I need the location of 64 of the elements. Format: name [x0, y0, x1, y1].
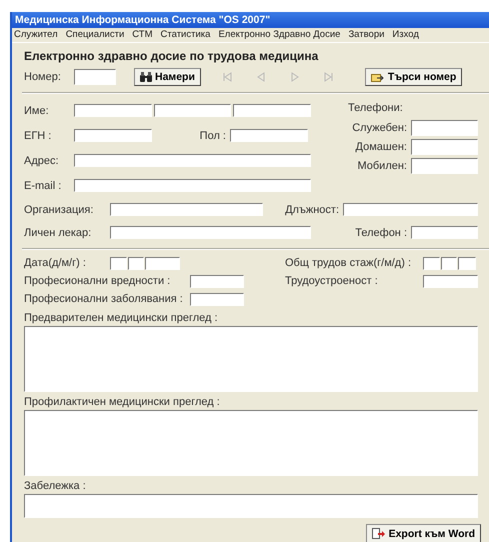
menu-item[interactable]: Статистика	[160, 28, 210, 42]
field-label: Служебен:	[352, 122, 408, 134]
field-label: E-mail :	[24, 180, 62, 192]
field-label: Телефони:	[348, 102, 403, 114]
field-label: Трудоустроеност :	[285, 275, 379, 287]
menu-item[interactable]: Специалисти	[66, 28, 124, 42]
input-field[interactable]	[110, 203, 263, 216]
field-label: Домашен:	[356, 140, 408, 152]
field-label: Професионални вредности :	[24, 275, 172, 287]
field-label: Дата(д/м/г) :	[24, 257, 87, 269]
field-label: Предварителен медицински преглед :	[24, 312, 218, 324]
input-field[interactable]	[343, 203, 478, 216]
input-field[interactable]	[423, 274, 478, 288]
field-label: Забележка :	[24, 480, 86, 492]
document-arrow-icon	[372, 528, 386, 540]
field-label: Адрес:	[24, 154, 60, 166]
field-label: Пол :	[198, 130, 227, 142]
input-field[interactable]	[24, 410, 478, 476]
folder-arrow-icon	[370, 72, 385, 82]
input-field[interactable]	[190, 274, 244, 288]
field-label: Име:	[24, 104, 50, 116]
menu-item[interactable]: Изход	[392, 28, 419, 42]
binoculars-icon	[140, 72, 152, 82]
input-field[interactable]	[190, 292, 244, 306]
field-label: ЕГН :	[24, 130, 52, 142]
input-field[interactable]	[423, 256, 440, 270]
input-field[interactable]	[74, 129, 152, 142]
field-label: Общ трудов стаж(г/м/д) :	[285, 257, 412, 269]
input-field[interactable]	[128, 256, 144, 270]
search-number-button[interactable]: Търси номер	[364, 68, 462, 86]
input-field[interactable]	[233, 104, 311, 117]
input-field[interactable]	[74, 69, 116, 85]
menu-item[interactable]: СТМ	[132, 28, 153, 42]
field-label: Профилактичен медицински преглед :	[24, 396, 220, 408]
field-label: Личен лекар:	[24, 226, 92, 238]
input-field[interactable]	[230, 129, 308, 142]
input-field[interactable]	[411, 158, 478, 174]
field-label: Професионални заболявания :	[24, 293, 184, 305]
field-label: Длъжност:	[284, 204, 340, 216]
input-field[interactable]	[24, 494, 478, 518]
menu-item[interactable]: Служител	[14, 28, 58, 42]
find-button[interactable]: Намери	[134, 68, 201, 86]
input-field[interactable]	[24, 326, 478, 392]
export-button[interactable]: Export към Word	[366, 524, 481, 542]
input-field[interactable]	[411, 138, 478, 154]
input-field[interactable]	[110, 256, 127, 270]
input-field[interactable]	[110, 226, 311, 239]
input-field[interactable]	[411, 226, 478, 239]
menu-item[interactable]: Затвори	[348, 28, 384, 42]
input-field[interactable]	[74, 179, 311, 192]
input-field[interactable]	[145, 256, 180, 270]
input-field[interactable]	[441, 256, 457, 270]
field-label: Номер:	[24, 71, 62, 83]
input-field[interactable]	[411, 120, 478, 136]
input-field[interactable]	[74, 104, 152, 117]
input-field[interactable]	[74, 154, 311, 167]
menu-item[interactable]: Електронно Здравно Досие	[218, 28, 340, 42]
field-label: Организация:	[24, 204, 94, 216]
field-label: Мобилен:	[357, 160, 408, 172]
input-field[interactable]	[154, 104, 231, 117]
window-title: Медицинска Информационна Система "OS 2007"	[12, 12, 489, 28]
input-field[interactable]	[458, 256, 476, 270]
form-heading: Електронно здравно досие по трудова медицина	[24, 48, 320, 64]
field-label: Телефон :	[354, 226, 408, 238]
